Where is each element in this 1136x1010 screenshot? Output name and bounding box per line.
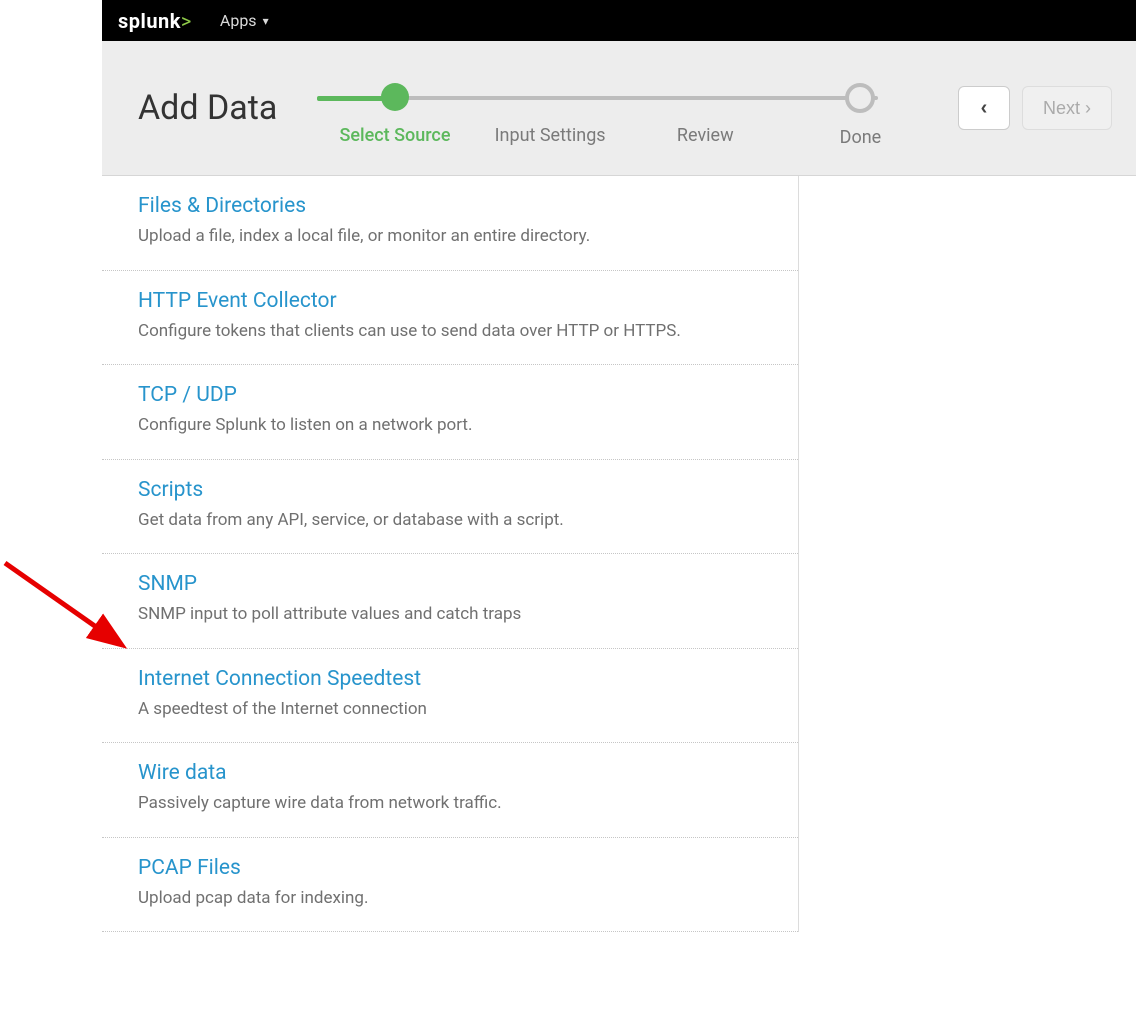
- source-item-snmp[interactable]: SNMP SNMP input to poll attribute values…: [102, 554, 798, 649]
- source-title: Wire data: [138, 761, 762, 785]
- chevron-down-icon: ▾: [263, 14, 269, 28]
- wizard-steps: Select Source Input Settings Review Done: [317, 83, 938, 148]
- content-area: Files & Directories Upload a file, index…: [102, 176, 1136, 932]
- source-desc: Upload pcap data for indexing.: [138, 886, 762, 912]
- source-title: Scripts: [138, 478, 762, 502]
- source-desc: Configure Splunk to listen on a network …: [138, 413, 762, 439]
- wizard-progress: Select Source Input Settings Review Done: [317, 41, 938, 175]
- source-item-wire-data[interactable]: Wire data Passively capture wire data fr…: [102, 743, 798, 838]
- wizard-step-input-settings[interactable]: Input Settings: [473, 83, 628, 148]
- source-item-speedtest[interactable]: Internet Connection Speedtest A speedtes…: [102, 649, 798, 744]
- left-margin: [0, 0, 102, 1010]
- step-label: Select Source: [317, 125, 472, 146]
- source-title: Internet Connection Speedtest: [138, 667, 762, 691]
- chevron-left-icon: ‹: [981, 97, 988, 120]
- step-label: Done: [783, 127, 938, 148]
- source-desc: A speedtest of the Internet connection: [138, 697, 762, 723]
- step-dot-hollow-icon: [845, 83, 875, 113]
- apps-label: Apps: [220, 11, 257, 30]
- source-title: TCP / UDP: [138, 383, 762, 407]
- next-label: Next ›: [1043, 98, 1091, 119]
- splunk-logo[interactable]: splunk>: [118, 9, 192, 33]
- source-desc: Passively capture wire data from network…: [138, 791, 762, 817]
- step-dot-icon: [381, 83, 409, 111]
- wizard-step-select-source[interactable]: Select Source: [317, 83, 472, 148]
- source-item-scripts[interactable]: Scripts Get data from any API, service, …: [102, 460, 798, 555]
- logo-text: splunk: [118, 9, 181, 33]
- source-desc: Get data from any API, service, or datab…: [138, 508, 762, 534]
- source-title: Files & Directories: [138, 194, 762, 218]
- wizard-step-review[interactable]: Review: [628, 83, 783, 148]
- logo-symbol: >: [181, 9, 192, 33]
- source-item-tcp-udp[interactable]: TCP / UDP Configure Splunk to listen on …: [102, 365, 798, 460]
- source-item-pcap-files[interactable]: PCAP Files Upload pcap data for indexing…: [102, 838, 798, 933]
- topbar: splunk> Apps ▾: [102, 0, 1136, 41]
- wizard-step-done[interactable]: Done: [783, 83, 938, 148]
- next-button[interactable]: Next ›: [1022, 86, 1112, 130]
- source-title: PCAP Files: [138, 856, 762, 880]
- back-button[interactable]: ‹: [958, 86, 1010, 130]
- source-title: HTTP Event Collector: [138, 289, 762, 313]
- source-desc: SNMP input to poll attribute values and …: [138, 602, 762, 628]
- source-title: SNMP: [138, 572, 762, 596]
- step-label: Input Settings: [473, 125, 628, 146]
- source-item-files-directories[interactable]: Files & Directories Upload a file, index…: [102, 176, 798, 271]
- page-title: Add Data: [138, 88, 277, 128]
- source-desc: Configure tokens that clients can use to…: [138, 319, 762, 345]
- apps-menu[interactable]: Apps ▾: [220, 11, 269, 30]
- step-label: Review: [628, 125, 783, 146]
- source-desc: Upload a file, index a local file, or mo…: [138, 224, 762, 250]
- source-list: Files & Directories Upload a file, index…: [102, 176, 799, 932]
- source-item-http-event-collector[interactable]: HTTP Event Collector Configure tokens th…: [102, 271, 798, 366]
- nav-buttons: ‹ Next ›: [958, 86, 1112, 130]
- header-bar: Add Data Select Source Input Settings Re…: [102, 41, 1136, 176]
